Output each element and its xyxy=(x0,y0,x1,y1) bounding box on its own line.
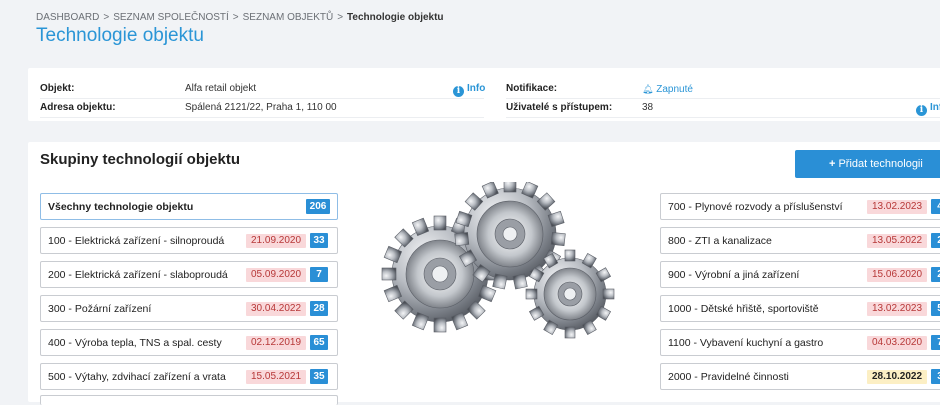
group-name: 1100 - Vybavení kuchyní a gastro xyxy=(668,337,824,349)
group-name: Všechny technologie objektu xyxy=(48,201,194,213)
group-count-badge: 3 xyxy=(931,369,940,384)
group-count-badge: 35 xyxy=(310,369,328,384)
group-name: 400 - Výroba tepla, TNS a spal. cesty xyxy=(48,337,222,349)
group-tile-1100[interactable]: 1100 - Vybavení kuchyní a gastro 04.03.2… xyxy=(660,329,940,356)
group-date-badge: 13.02.2023 xyxy=(867,302,928,316)
group-tile-200[interactable]: 200 - Elektrická zařízení - slaboproudá … xyxy=(40,261,338,288)
users-info-link-label: Info xyxy=(930,102,940,113)
group-tile-100[interactable]: 100 - Elektrická zařízení - silnoproudá … xyxy=(40,227,338,254)
group-name: 1000 - Dětské hřiště, sportoviště xyxy=(668,303,819,315)
group-tile-300[interactable]: 300 - Požární zařízení 30.04.2022 28 xyxy=(40,295,338,322)
group-date-badge: 04.03.2020 xyxy=(867,336,928,350)
add-technology-label: Přidat technologii xyxy=(838,158,923,170)
group-date-badge: 28.10.2022 xyxy=(867,370,928,384)
notifications-value: Zapnuté xyxy=(656,84,693,95)
object-info-link[interactable]: i Info xyxy=(453,83,485,97)
group-name: 2000 - Pravidelné činnosti xyxy=(668,371,789,383)
users-label: Uživatelé s přístupem: xyxy=(506,102,613,113)
group-tile-all[interactable]: Všechny technologie objektu 206 xyxy=(40,193,338,220)
gears-icon xyxy=(381,178,615,339)
add-technology-button[interactable]: + Přidat technologii xyxy=(795,150,940,178)
object-info-link-label: Info xyxy=(467,83,486,94)
group-count-badge: 28 xyxy=(310,301,328,316)
object-info-card: Objekt: Alfa retail objekt i Info Adresa … xyxy=(28,68,940,121)
group-tile-partial xyxy=(40,395,338,405)
group-tile-700[interactable]: 700 - Plynové rozvody a příslušenství 13… xyxy=(660,193,940,220)
group-count-badge: 5 xyxy=(931,301,940,316)
users-row: Uživatelé s přístupem: 38 xyxy=(506,99,940,118)
group-date-badge: 05.09.2020 xyxy=(246,268,307,282)
group-name: 800 - ZTI a kanalizace xyxy=(668,235,772,247)
info-circle-icon: i xyxy=(916,105,927,116)
group-tile-2000[interactable]: 2000 - Pravidelné činnosti 28.10.2022 3 xyxy=(660,363,940,390)
object-label: Objekt: xyxy=(40,83,75,94)
group-date-badge: 21.09.2020 xyxy=(246,234,307,248)
group-date-badge: 15.06.2020 xyxy=(867,268,928,282)
gears-illustration xyxy=(380,178,630,347)
group-date-badge: 30.04.2022 xyxy=(246,302,307,316)
breadcrumb-dashboard[interactable]: DASHBOARD xyxy=(36,12,99,23)
group-date-badge: 13.02.2023 xyxy=(867,200,928,214)
group-date-badge: 15.05.2021 xyxy=(246,370,307,384)
users-info-link[interactable]: iInfo xyxy=(916,102,940,116)
group-name: 200 - Elektrická zařízení - slaboproudá xyxy=(48,269,228,281)
group-name: 100 - Elektrická zařízení - silnoproudá xyxy=(48,235,225,247)
users-value: 38 xyxy=(642,102,654,113)
group-tile-1000[interactable]: 1000 - Dětské hřiště, sportoviště 13.02.… xyxy=(660,295,940,322)
technology-groups-card: Skupiny technologií objektu + Přidat tech… xyxy=(28,142,940,405)
group-count-badge: 65 xyxy=(310,335,328,350)
group-count-badge: 2 xyxy=(931,267,940,282)
group-count-badge: 7 xyxy=(931,335,940,350)
breadcrumb-separator: > xyxy=(103,12,110,23)
breadcrumb-current: Technologie objektu xyxy=(347,12,444,23)
group-name: 900 - Výrobní a jiná zařízení xyxy=(668,269,800,281)
group-name: 300 - Požární zařízení xyxy=(48,303,152,315)
group-date-badge: 02.12.2019 xyxy=(246,336,307,350)
breadcrumb-objects[interactable]: SEZNAM OBJEKTŮ xyxy=(243,12,334,23)
address-value: Spálená 2121/22, Praha 1, 110 00 xyxy=(185,102,337,113)
group-tile-800[interactable]: 800 - ZTI a kanalizace 13.05.2022 2 xyxy=(660,227,940,254)
breadcrumb: DASHBOARD > SEZNAM SPOLEČNOSTÍ > SEZNAM OBJE… xyxy=(36,12,444,23)
object-row: Objekt: Alfa retail objekt xyxy=(40,80,484,99)
address-row: Adresa objektu: Spálená 2121/22, Praha 1… xyxy=(40,99,484,118)
plus-icon: + xyxy=(829,158,836,170)
group-name: 500 - Výtahy, zdvihací zařízení a vrata xyxy=(48,371,226,383)
page-title: Technologie objektu xyxy=(36,25,204,46)
notifications-row: Notifikace: 🔔︎ Zapnuté xyxy=(506,80,940,99)
group-date-badge: 13.05.2022 xyxy=(867,234,928,248)
bell-icon: 🔔︎ xyxy=(642,84,654,94)
group-count-badge: 33 xyxy=(310,233,328,248)
object-value: Alfa retail objekt xyxy=(185,83,257,94)
notifications-toggle[interactable]: 🔔︎ Zapnuté xyxy=(642,80,693,99)
info-circle-icon: i xyxy=(453,86,464,97)
group-count-badge: 7 xyxy=(310,267,328,282)
groups-title: Skupiny technologií objektu xyxy=(40,151,241,168)
group-count-badge: 4 xyxy=(931,199,940,214)
group-count-badge: 206 xyxy=(306,199,330,214)
group-tile-400[interactable]: 400 - Výroba tepla, TNS a spal. cesty 02… xyxy=(40,329,338,356)
breadcrumb-separator: > xyxy=(232,12,239,23)
breadcrumb-separator: > xyxy=(337,12,344,23)
group-count-badge: 2 xyxy=(931,233,940,248)
group-name: 700 - Plynové rozvody a příslušenství xyxy=(668,201,843,213)
group-tile-500[interactable]: 500 - Výtahy, zdvihací zařízení a vrata … xyxy=(40,363,338,390)
notifications-label: Notifikace: xyxy=(506,83,558,94)
breadcrumb-companies[interactable]: SEZNAM SPOLEČNOSTÍ xyxy=(113,12,229,23)
group-tile-900[interactable]: 900 - Výrobní a jiná zařízení 15.06.2020… xyxy=(660,261,940,288)
address-label: Adresa objektu: xyxy=(40,102,116,113)
